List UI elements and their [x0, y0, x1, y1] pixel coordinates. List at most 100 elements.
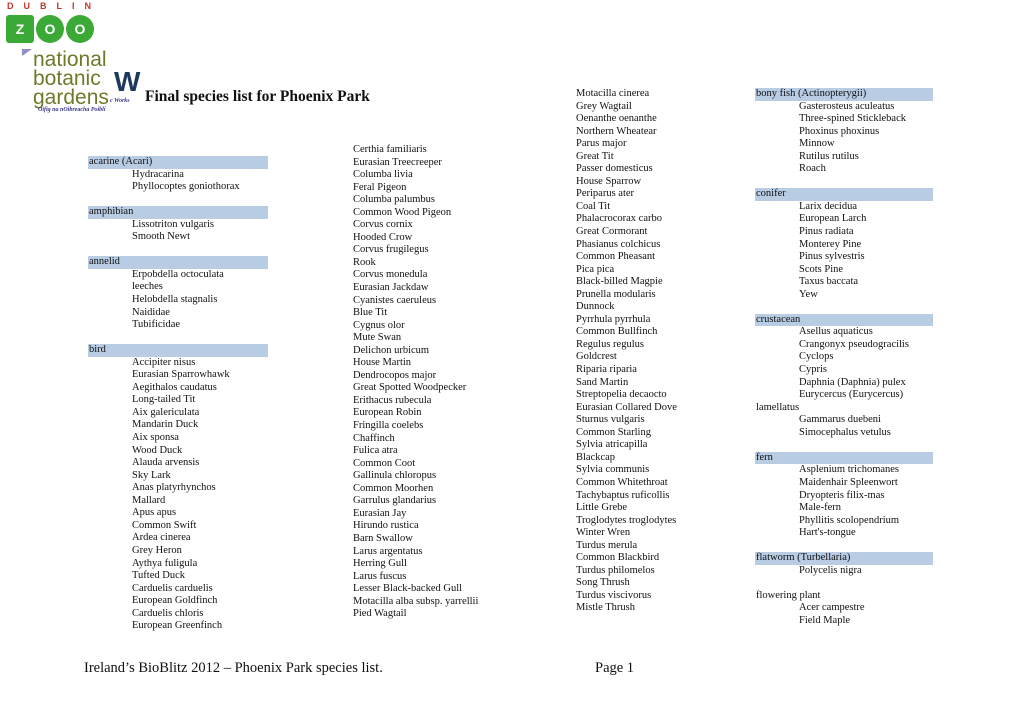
species-item: Black-billed Magpie [576, 276, 663, 288]
species-item: Polycelis nigra [799, 564, 862, 576]
species-item: Gallinula chloropus [353, 470, 437, 482]
species-item: Dunnock [576, 301, 615, 313]
category-header: conifer [755, 188, 933, 201]
species-item: European Greenfinch [132, 620, 223, 632]
species-item: Common Pheasant [576, 251, 656, 263]
species-item: Cyanistes caeruleus [353, 294, 437, 306]
species-item: Phyllocoptes goniothorax [132, 181, 240, 193]
species-item: Phyllitis scolopendrium [799, 514, 900, 526]
species-item: Aix sponsa [132, 432, 179, 444]
species-column-4: bony fish (Actinopterygii) Gasterosteus a… [755, 88, 933, 628]
opw-irish-text: Oifig na nOibreacha Poiblí [38, 107, 106, 113]
species-item: Larus argentatus [353, 545, 423, 557]
species-item: Dryopteris filix-mas [799, 489, 885, 501]
species-item: Eurasian Jackdaw [353, 282, 429, 294]
species-item: Blackcap [576, 451, 616, 463]
species-item: Accipiter nisus [132, 356, 196, 368]
species-item: Gasterosteus aculeatus [799, 100, 895, 112]
species-item: Eurasian Collared Dove [576, 401, 677, 413]
species-item: Mute Swan [353, 332, 402, 344]
species-item: Naididae [132, 306, 170, 318]
species-item: Crangonyx pseudogracilis [799, 338, 909, 350]
species-column-1: acarine (Acari) Hydracarina Phyllocoptes g… [88, 156, 268, 633]
species-item: Phalacrocorax carbo [576, 213, 662, 225]
opw-works-text: c Works [110, 98, 130, 104]
species-item: Sylvia atricapilla [576, 439, 648, 451]
species-item: Daphnia (Daphnia) pulex [799, 376, 906, 388]
category-header: flatworm (Turbellaria) [755, 552, 933, 565]
species-item: Turdus merula [576, 539, 638, 551]
species-item: Sand Martin [576, 376, 629, 388]
species-item: Mistle Thrush [576, 602, 636, 614]
species-item: Common Whitethroat [576, 476, 668, 488]
page-title: Final species list for Phoenix Park [145, 88, 370, 105]
species-item: Scots Pine [799, 263, 844, 275]
species-item: Corvus cornix [353, 219, 413, 231]
species-item: Hydracarina [132, 168, 184, 180]
species-item: Tufted Duck [132, 570, 185, 582]
species-item: Goldcrest [576, 351, 617, 363]
species-item: Eurasian Jay [353, 507, 407, 519]
species-item: Eurycercus (Eurycercus) [799, 389, 904, 401]
species-item: Common Swift [132, 519, 197, 531]
species-item: Riparia riparia [576, 364, 637, 376]
species-item: Aix galericulata [132, 406, 200, 418]
species-item: Common Coot [353, 457, 416, 469]
species-item: Troglodytes troglodytes [576, 514, 677, 526]
species-item: Anas platyrhynchos [132, 482, 216, 494]
species-item: Carduelis chloris [132, 607, 204, 619]
species-item: Larix decidua [799, 200, 858, 212]
species-item: Rook [353, 256, 376, 268]
species-item: Eurasian Sparrowhawk [132, 369, 230, 381]
species-item: Hirundo rustica [353, 520, 419, 532]
category-header: crustacean [755, 313, 933, 327]
dublin-zoo-logo: Z O O [6, 15, 94, 43]
species-item: Common Moorhen [353, 482, 434, 494]
species-item: House Sparrow [576, 175, 642, 187]
category-header: flowering plant [756, 589, 821, 601]
species-item: Erithacus rubecula [353, 394, 432, 406]
zoo-letter-o: O [66, 15, 94, 43]
species-item: Herring Gull [353, 558, 407, 570]
page-number: Page 1 [595, 660, 635, 676]
species-item: Barn Swallow [353, 532, 413, 544]
species-item: Maidenhair Spleenwort [799, 476, 898, 488]
species-item: Erpobdella octoculata [132, 268, 224, 280]
species-item: Sky Lark [132, 469, 171, 481]
species-item: Tachybaptus ruficollis [576, 489, 670, 501]
species-item: Certhia familiaris [353, 144, 427, 155]
species-item: European Larch [799, 213, 867, 225]
species-item: Feral Pigeon [353, 181, 407, 193]
species-item: Minnow [799, 138, 835, 150]
botanic-gardens-triangle-icon [22, 49, 32, 56]
footer-caption: Ireland’s BioBlitz 2012 – Phoenix Park s… [84, 660, 383, 676]
species-item: Corvus frugilegus [353, 244, 429, 256]
species-item: Cyclops [799, 351, 834, 363]
species-item: Asellus aquaticus [799, 326, 873, 338]
species-item: Garrulus glandarius [353, 495, 437, 507]
species-item: Smooth Newt [132, 231, 191, 243]
species-item: European Goldfinch [132, 595, 218, 607]
species-item: Common Bullfinch [576, 326, 658, 338]
category-header: fern [755, 451, 933, 465]
species-item: Alauda arvensis [132, 457, 200, 469]
species-item: Gammarus duebeni [799, 414, 881, 426]
species-column-3: Motacilla cinerea Grey Wagtail Oenanthe oe… [576, 88, 751, 615]
species-item: Motacilla alba subsp. yarrellii [353, 595, 479, 607]
species-item: leeches [132, 281, 163, 293]
species-item: Mallard [132, 494, 166, 506]
species-item: Field Maple [799, 614, 851, 626]
species-item: Apus apus [132, 507, 177, 519]
species-item: Chaffinch [353, 432, 395, 444]
species-item: Wood Duck [132, 444, 183, 456]
species-item: Coal Tit [576, 200, 611, 212]
species-item: Asplenium trichomanes [799, 464, 900, 476]
species-column-2: Certhia familiaris Eurasian Treecreeper Co… [353, 144, 553, 621]
species-item: Sylvia communis [576, 464, 650, 476]
category-header: bony fish (Actinopterygii) [755, 88, 933, 101]
